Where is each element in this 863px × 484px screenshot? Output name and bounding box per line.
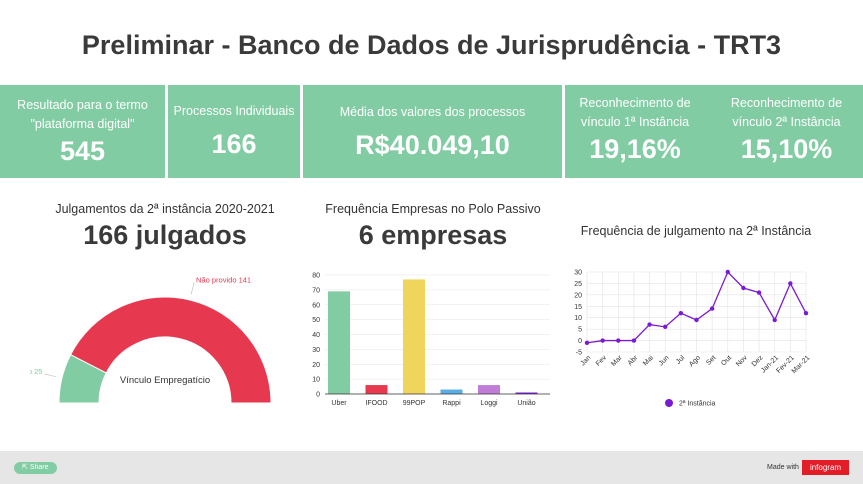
bar-x-tick-label: Loggi (480, 400, 498, 407)
bar-x-tick-label: 99POP (403, 400, 426, 407)
kpi-value: R$40.049,10 (355, 130, 510, 160)
kpi-value: 19,16% (589, 134, 681, 164)
kpi-label: Processos Individuais (173, 104, 295, 118)
line-x-tick-label: Mar-21 (791, 354, 812, 375)
line-point (600, 338, 605, 343)
made-with-label: Made with (767, 464, 799, 471)
kpi-label: vínculo 2ª Instância (732, 115, 841, 129)
line-point (584, 340, 590, 346)
bar-y-tick-label: 40 (312, 332, 320, 339)
kpi-label: Reconhecimento de (730, 96, 843, 110)
line-point (663, 324, 668, 330)
empresas-bar-chart: 0 10 20 30 40 50 60 70 80 Uber IFOOD 99POP Rappi Logg… (312, 273, 550, 407)
bar-y-tick-label: 10 (312, 377, 320, 384)
legend-marker (665, 399, 673, 407)
page-title: Preliminar - Banco de Dados de Jurisprud… (81, 30, 782, 60)
bar-y-tick-label: 50 (312, 317, 320, 324)
bar-y-tick-label: 20 (312, 362, 320, 369)
line-point (725, 269, 730, 275)
line-y-tick-label: 0 (578, 338, 582, 345)
line-x-tick-label: Set (705, 354, 717, 366)
line-y-tick-label: -5 (576, 350, 582, 357)
frequencia-title: Frequência de julgamento na 2ª Instância (580, 224, 812, 238)
bar-x-tick-label: Uber (331, 400, 347, 407)
line-point (694, 317, 699, 323)
line-point (616, 338, 621, 343)
kpi-label: Reconhecimento de (579, 96, 691, 110)
bar-x-tick-label: Rappi (442, 400, 461, 407)
line-y-tick-label: 10 (574, 315, 582, 322)
julgamentos-total: 166 julgados (83, 220, 247, 250)
line-y-tick-label: 20 (574, 292, 582, 299)
line-y-tick-label: 15 (574, 304, 582, 311)
line-point (647, 322, 652, 327)
line-x-tick-label: Fev (595, 354, 609, 368)
bar-y-tick-label: 80 (312, 273, 320, 280)
bar-rappi (440, 389, 463, 394)
line-point (631, 338, 637, 343)
empresas-total: 6 empresas (358, 220, 508, 250)
kpi-label: "plataforma digital" (30, 117, 135, 131)
line-x-tick-label: Jul (675, 354, 687, 366)
kpi-vinculo-1: Reconhecimento de vínculo 1ª Instância 1… (565, 85, 705, 178)
footer-bar: ⇱ Share Made with infogram (0, 451, 863, 484)
bar-x-tick-label: União (517, 400, 535, 407)
kpi-label: Resultado para o termo (17, 98, 148, 112)
line-point (803, 310, 809, 316)
donut-center-label: Vínculo Empregatício (120, 375, 210, 386)
bar-y-tick-label: 30 (312, 347, 320, 354)
line-x-tick-label: Abr (627, 354, 640, 367)
line-point (741, 285, 746, 291)
frequencia-line-chart: -5051015202530Jan Fev Mar Abr Mai Jun Jul Ago Se… (574, 269, 812, 408)
bar-ifood (365, 385, 388, 394)
empresas-title: Frequência Empresas no Polo Passivo (325, 202, 541, 216)
line-point (709, 306, 715, 311)
line-x-tick-label: Nov (735, 354, 749, 368)
bar-y-tick-label: 0 (316, 392, 320, 399)
infogram-logo[interactable]: infogram (802, 460, 849, 475)
kpi-vinculo-2: Reconhecimento de vínculo 2ª Instância 1… (715, 85, 858, 178)
line-point (772, 317, 777, 323)
share-icon: ⇱ (22, 464, 30, 471)
line-y-tick-label: 25 (574, 281, 582, 288)
kpi-value: 166 (211, 129, 257, 159)
bar-uber (328, 291, 350, 394)
bar-99pop (403, 279, 425, 394)
line-x-tick-label: Mai (642, 354, 655, 367)
donut-leader-line (44, 373, 57, 378)
kpi-value: 15,10% (740, 134, 833, 164)
julgamentos-title: Julgamentos da 2ª instância 2020-2021 (55, 202, 275, 216)
line-point (678, 310, 684, 316)
line-y-tick-label: 30 (574, 270, 582, 277)
line-x-tick-label: Mar (610, 354, 624, 368)
bar-loggi (478, 385, 500, 394)
share-button[interactable]: ⇱ Share (14, 462, 57, 474)
bar-x-tick-label: IFOOD (365, 400, 387, 407)
kpi-value: 545 (59, 136, 106, 166)
vinculo-donut-chart: Provido 25 Não provido 141 Vínculo Emprega… (30, 275, 272, 404)
bar-y-tick-label: 60 (312, 302, 320, 309)
kpi-processos: Processos Individuais 166 (168, 85, 300, 178)
donut-slice-label: Provido 25 (30, 367, 42, 376)
line-point (788, 281, 793, 286)
legend-label: 2ª Instância (679, 401, 716, 408)
kpi-label: Média dos valores dos processos (339, 105, 526, 119)
line-x-tick-label: Jun (658, 354, 671, 367)
share-label: Share (29, 464, 49, 471)
kpi-bar: Resultado para o termo "plataforma digit… (0, 85, 863, 178)
line-y-tick-label: 5 (578, 327, 582, 334)
kpi-resultado: Resultado para o termo "plataforma digit… (0, 85, 165, 178)
line-point (756, 290, 762, 295)
bar-y-tick-label: 70 (312, 287, 320, 294)
line-x-tick-label: Ago (688, 354, 702, 368)
donut-leader-line (190, 282, 195, 295)
kpi-media: Média dos valores dos processos R$40.049… (303, 85, 562, 178)
kpi-label: vínculo 1ª Instância (580, 115, 690, 129)
line-x-tick-label: Out (720, 354, 733, 367)
donut-slice-label: Não provido 141 (196, 275, 251, 284)
